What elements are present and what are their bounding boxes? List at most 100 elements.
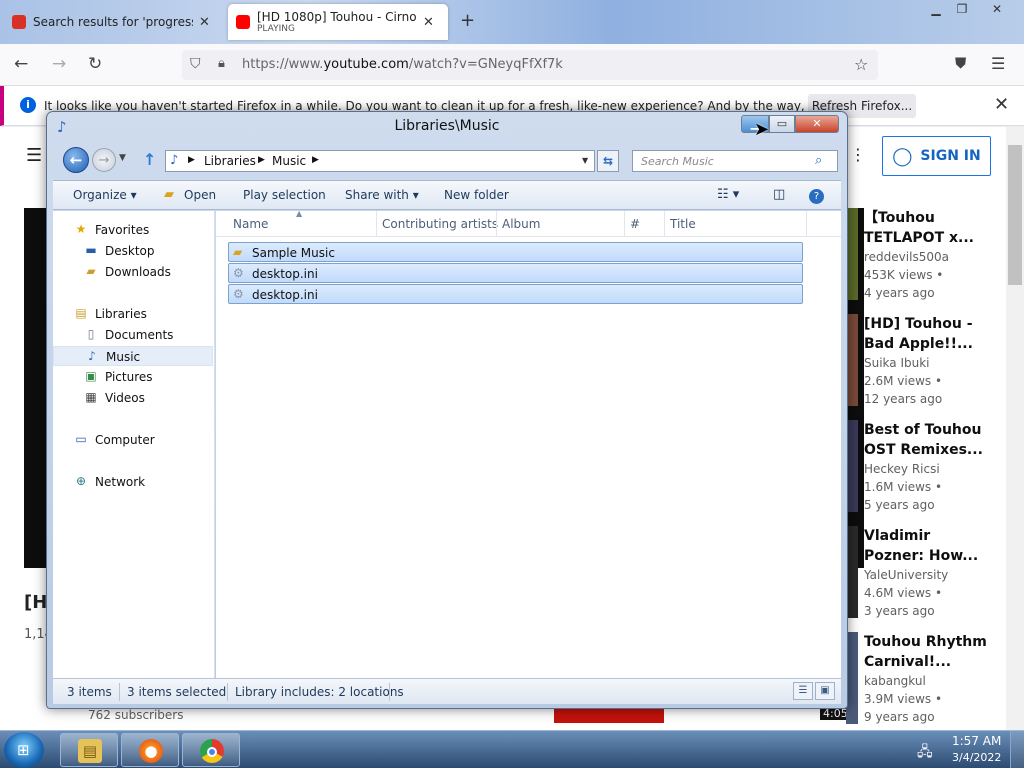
- rec-video-2[interactable]: [HD] Touhou - Bad Apple!!... Suika Ibuki…: [864, 314, 1004, 408]
- rec-video-1[interactable]: 【Touhou TETLAPOT x... reddevils500a 453K…: [864, 208, 1004, 302]
- nav-desktop[interactable]: ▬ Desktop: [53, 241, 213, 261]
- details-view-icon[interactable]: ☰: [793, 682, 813, 700]
- new-tab-icon[interactable]: +: [460, 10, 475, 31]
- lock-icon[interactable]: 🔒︎: [218, 56, 225, 71]
- search-input[interactable]: Search Music: [632, 150, 838, 172]
- close-notification-icon[interactable]: ✕: [994, 94, 1009, 115]
- url-bar[interactable]: ⛉ 🔒︎ https://www.youtube.com/watch?v=GNe…: [182, 50, 878, 80]
- list-item[interactable]: ⚙ desktop.ini: [228, 263, 803, 283]
- nav-downloads[interactable]: ▰ Downloads: [53, 262, 213, 282]
- rec-video-4[interactable]: Vladimir Pozner: How... YaleUniversity 4…: [864, 526, 1004, 620]
- clock-time[interactable]: 1:57 AM: [952, 734, 1001, 748]
- organize-button[interactable]: Organize ▾: [73, 188, 137, 202]
- close-window-icon[interactable]: ✕: [985, 2, 1009, 20]
- column-divider[interactable]: [664, 211, 665, 237]
- rec-title: 【Touhou: [864, 210, 935, 226]
- tab-search-results[interactable]: Search results for 'progressbar' ✕: [4, 4, 222, 40]
- settings-file-icon: ⚙: [233, 287, 244, 301]
- column-name[interactable]: Name: [233, 217, 268, 231]
- large-icons-view-icon[interactable]: ▣: [815, 682, 835, 700]
- new-folder-button[interactable]: New folder: [444, 188, 509, 202]
- bookmark-star-icon[interactable]: ☆: [854, 55, 868, 74]
- rec-title: Vladimir: [864, 528, 931, 544]
- breadcrumb-music[interactable]: Music: [272, 154, 306, 168]
- tracking-shield-icon[interactable]: ⛉: [190, 56, 201, 72]
- breadcrumb-arrow-icon[interactable]: ▶: [258, 155, 265, 165]
- nav-computer[interactable]: ▭ Computer: [53, 430, 213, 450]
- breadcrumb-libraries[interactable]: Libraries: [204, 154, 256, 168]
- nav-documents[interactable]: ▯ Documents: [53, 325, 213, 345]
- breadcrumb-arrow-icon[interactable]: ▶: [312, 155, 319, 165]
- column-contributing-artists[interactable]: Contributing artists: [382, 217, 498, 231]
- taskbar-explorer[interactable]: ▤: [60, 733, 118, 767]
- address-bar[interactable]: ♪ ▶ Libraries ▶ Music ▶ ▼: [165, 150, 595, 172]
- column-divider[interactable]: [496, 211, 497, 237]
- back-arrow-icon[interactable]: ←: [14, 54, 28, 74]
- network-tray-icon[interactable]: 🖧︎: [917, 741, 933, 765]
- show-desktop-button[interactable]: [1010, 731, 1024, 768]
- nav-label: Documents: [105, 328, 174, 342]
- scrollbar-thumb[interactable]: [1008, 145, 1022, 285]
- pocket-icon[interactable]: ⛊: [955, 54, 966, 72]
- start-button[interactable]: ⊞: [4, 732, 44, 768]
- nav-music[interactable]: ♪ Music: [53, 346, 213, 366]
- nav-label: Videos: [105, 391, 145, 405]
- nav-pictures[interactable]: ▣ Pictures: [53, 367, 213, 387]
- recent-pages-dropdown-icon[interactable]: ▼: [119, 153, 126, 163]
- forward-arrow-icon[interactable]: →: [52, 54, 66, 74]
- sign-in-button[interactable]: ◯ SIGN IN: [882, 136, 991, 176]
- videos-icon: ▦: [85, 390, 97, 404]
- folder-icon: ▤: [78, 739, 102, 763]
- column-number[interactable]: #: [630, 217, 640, 231]
- column-title[interactable]: Title: [670, 217, 696, 231]
- restore-icon[interactable]: ❐: [950, 2, 974, 20]
- back-arrow-icon[interactable]: ←: [63, 147, 89, 173]
- maximize-button[interactable]: ▭: [769, 115, 795, 133]
- list-item[interactable]: ⚙ desktop.ini: [228, 284, 803, 304]
- taskbar-firefox[interactable]: ●: [121, 733, 179, 767]
- close-tab-icon[interactable]: ✕: [199, 15, 210, 30]
- url-text[interactable]: https://www.youtube.com/watch?v=GNeyqFfX…: [242, 57, 563, 72]
- rec-channel: reddevils500a: [864, 250, 949, 264]
- column-divider[interactable]: [624, 211, 625, 237]
- menu-hamburger-icon[interactable]: ☰: [991, 54, 1005, 73]
- guide-menu-icon[interactable]: ☰: [26, 145, 42, 166]
- close-button[interactable]: ✕: [795, 115, 839, 133]
- firefox-icon: ●: [139, 739, 163, 763]
- item-count: 3 items: [67, 685, 112, 699]
- rec-video-5[interactable]: Touhou Rhythm Carnival!... kabangkul 3.9…: [864, 632, 1004, 726]
- clock-date[interactable]: 3/4/2022: [952, 751, 1001, 764]
- column-album[interactable]: Album: [502, 217, 540, 231]
- refresh-icon[interactable]: ⇆: [597, 150, 619, 172]
- minimize-icon[interactable]: ▁: [924, 2, 948, 20]
- breadcrumb-arrow-icon[interactable]: ▶: [188, 155, 195, 165]
- account-icon: ◯: [892, 145, 913, 167]
- open-button[interactable]: Open: [184, 188, 216, 202]
- rec-video-3[interactable]: Best of Touhou OST Remixes... Heckey Ric…: [864, 420, 1004, 514]
- share-with-button[interactable]: Share with ▾: [345, 188, 419, 202]
- view-options-icon[interactable]: ☷ ▾: [717, 187, 739, 202]
- file-list: ▲ Name Contributing artists Album # Titl…: [216, 209, 841, 678]
- nav-network[interactable]: ⊕ Network: [53, 472, 213, 492]
- nav-libraries[interactable]: ▤ Libraries: [53, 304, 213, 324]
- nav-videos[interactable]: ▦ Videos: [53, 388, 213, 408]
- column-divider[interactable]: [376, 211, 377, 237]
- rec-title: Best of Touhou: [864, 422, 982, 438]
- tab-youtube-video[interactable]: [HD 1080p] Touhou - Cirno's Pe PLAYING ✕: [228, 4, 448, 40]
- taskbar-chrome[interactable]: [182, 733, 240, 767]
- up-arrow-icon[interactable]: ↑: [143, 150, 156, 169]
- forward-arrow-icon[interactable]: →: [92, 148, 116, 172]
- rec-age: 9 years ago: [864, 710, 935, 724]
- column-divider[interactable]: [806, 211, 807, 237]
- list-item[interactable]: ▰ Sample Music: [228, 242, 803, 262]
- play-selection-button[interactable]: Play selection: [243, 188, 326, 202]
- nav-favorites[interactable]: ★ Favorites: [53, 220, 213, 240]
- reload-icon[interactable]: ↻: [88, 54, 102, 74]
- nav-label: Music: [106, 350, 141, 364]
- preview-pane-icon[interactable]: ◫: [773, 187, 785, 202]
- search-icon[interactable]: ⌕: [815, 153, 822, 168]
- more-options-icon[interactable]: ⋮: [850, 145, 866, 164]
- help-icon[interactable]: ?: [809, 189, 824, 204]
- address-dropdown-icon[interactable]: ▼: [582, 156, 588, 165]
- close-tab-icon[interactable]: ✕: [423, 15, 434, 30]
